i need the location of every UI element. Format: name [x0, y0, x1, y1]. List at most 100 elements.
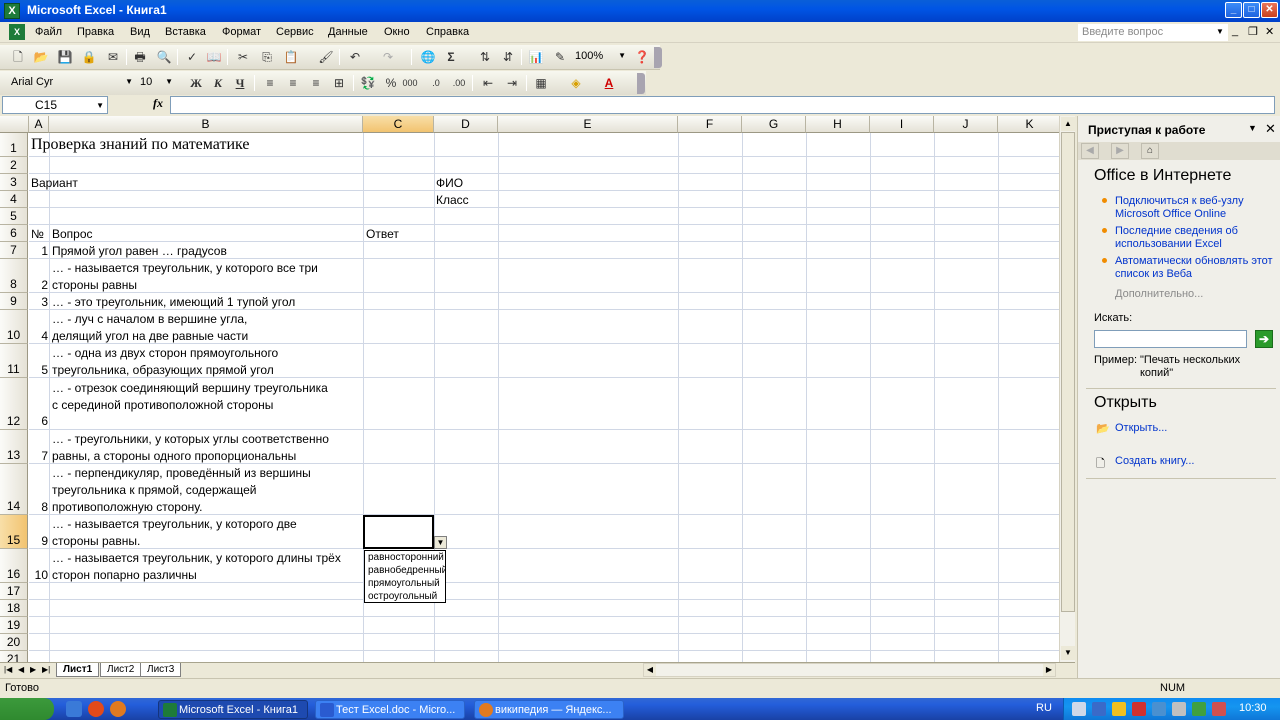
dropdown-option[interactable]: прямоугольный: [365, 577, 445, 590]
hyperlink-icon[interactable]: 🌐: [420, 49, 436, 65]
cell-a15[interactable]: 9: [29, 533, 48, 550]
row-header[interactable]: 15: [0, 515, 28, 549]
column-header-e[interactable]: E: [498, 116, 678, 133]
column-header-j[interactable]: J: [934, 116, 998, 133]
cell-a3[interactable]: Вариант: [31, 175, 78, 192]
currency-icon[interactable]: 💱: [360, 75, 376, 91]
row-header[interactable]: 9: [0, 293, 28, 310]
scroll-down-icon[interactable]: ▼: [1061, 646, 1075, 660]
sort-ascending-icon[interactable]: ⇅: [477, 49, 493, 65]
scroll-left-icon[interactable]: ◀: [644, 664, 656, 676]
cell-d4[interactable]: Класс: [436, 192, 469, 209]
search-input[interactable]: [1094, 330, 1247, 348]
doc-close-button[interactable]: ✕: [1265, 25, 1274, 38]
row-header[interactable]: 12: [0, 378, 28, 430]
cell-b7[interactable]: Прямой угол равен … градусов: [52, 243, 227, 260]
link-create-workbook[interactable]: Создать книгу...: [1115, 455, 1275, 468]
horizontal-scrollbar[interactable]: ◀ ▶: [643, 663, 1056, 677]
cell-b13[interactable]: … - треугольники, у которых углы соответ…: [52, 431, 360, 465]
task-word[interactable]: Тест Excel.doc - Micro...: [315, 700, 465, 719]
cell-a8[interactable]: 2: [29, 277, 48, 294]
align-center-icon[interactable]: ≡: [285, 75, 301, 91]
excel-app-icon[interactable]: X: [4, 3, 20, 19]
go-arrow-icon[interactable]: ➔: [1255, 330, 1273, 348]
cell-b15[interactable]: … - называется треугольник, у которого д…: [52, 516, 332, 550]
print-icon[interactable]: 🖶: [132, 49, 148, 65]
underline-button[interactable]: Ч: [232, 75, 248, 91]
minimize-button[interactable]: _: [1225, 2, 1242, 18]
safely-remove-icon[interactable]: [1192, 702, 1206, 716]
cell-a12[interactable]: 6: [29, 413, 48, 430]
menu-view[interactable]: Вид: [130, 26, 150, 38]
toolbar-options[interactable]: [637, 73, 645, 94]
italic-button[interactable]: К: [210, 75, 226, 91]
zoom-select[interactable]: 100% ▼: [572, 48, 628, 66]
cell-a14[interactable]: 8: [29, 499, 48, 516]
bluetooth-icon[interactable]: [1152, 702, 1166, 716]
cell-d3[interactable]: ФИО: [436, 175, 463, 192]
menu-tools[interactable]: Сервис: [276, 26, 314, 38]
cell-b16[interactable]: … - называется треугольник, у которого д…: [52, 550, 352, 584]
ask-question-input[interactable]: Введите вопрос: [1078, 24, 1228, 41]
sheet-tab-3[interactable]: Лист3: [140, 663, 182, 677]
select-all-corner[interactable]: [0, 116, 29, 133]
column-header-d[interactable]: D: [434, 116, 498, 133]
sheet-tab-2[interactable]: Лист2: [100, 663, 142, 677]
row-header[interactable]: 3: [0, 174, 28, 191]
toolbar-options[interactable]: [654, 47, 662, 68]
new-icon[interactable]: 🗋: [10, 49, 26, 65]
doc-restore-button[interactable]: ❐: [1248, 25, 1258, 38]
spreadsheet-grid[interactable]: A B C D E F G H I J K 1 2 3 4 5 6 7 8 9 …: [0, 116, 1075, 662]
link-auto-update[interactable]: Автоматически обновлять этот список из В…: [1115, 255, 1275, 281]
row-header[interactable]: 17: [0, 583, 28, 600]
dropdown-option[interactable]: равнобедренный: [365, 564, 445, 577]
task-excel[interactable]: Microsoft Excel - Книга1: [158, 700, 308, 719]
menu-help[interactable]: Справка: [426, 26, 469, 38]
row-header[interactable]: 11: [0, 344, 28, 378]
menu-edit[interactable]: Правка: [77, 26, 114, 38]
link-latest-news[interactable]: Последние сведения об использовании Exce…: [1115, 225, 1275, 251]
cell-a10[interactable]: 4: [29, 328, 48, 345]
row-header[interactable]: 19: [0, 617, 28, 634]
row-header[interactable]: 4: [0, 191, 28, 208]
paste-icon[interactable]: 📋: [283, 49, 299, 65]
link-office-online[interactable]: Подключиться к веб-узлу Microsoft Office…: [1115, 195, 1275, 221]
align-right-icon[interactable]: ≡: [308, 75, 324, 91]
volume-icon[interactable]: [1172, 702, 1186, 716]
print-preview-icon[interactable]: 🔍: [156, 49, 172, 65]
row-header[interactable]: 10: [0, 310, 28, 344]
menu-data[interactable]: Данные: [328, 26, 368, 38]
update-icon[interactable]: [1212, 702, 1226, 716]
fill-color-icon[interactable]: ◈: [568, 75, 584, 91]
back-icon[interactable]: ◀: [1081, 143, 1099, 159]
name-box[interactable]: C15 ▼: [2, 96, 108, 114]
home-icon[interactable]: ⌂: [1141, 143, 1159, 159]
antivirus-icon[interactable]: [1132, 702, 1146, 716]
cell-a16[interactable]: 10: [29, 567, 48, 584]
row-header[interactable]: 16: [0, 549, 28, 583]
cell-b12[interactable]: … - отрезок соединяющий вершину треуголь…: [52, 380, 332, 414]
row-header[interactable]: 7: [0, 242, 28, 259]
dropdown-option[interactable]: равносторонний: [365, 551, 445, 564]
validation-dropdown-list[interactable]: равносторонний равнобедренный прямоуголь…: [364, 550, 446, 603]
vertical-scrollbar[interactable]: ▲ ▼: [1059, 116, 1075, 662]
doc-minimize-button[interactable]: _: [1232, 25, 1238, 37]
row-header[interactable]: 8: [0, 259, 28, 293]
column-header-k[interactable]: K: [998, 116, 1062, 133]
last-sheet-icon[interactable]: ▶|: [42, 665, 50, 674]
cell-a1-title[interactable]: Проверка знаний по математике: [31, 136, 250, 153]
permission-icon[interactable]: 🔒: [81, 49, 97, 65]
cell-a13[interactable]: 7: [29, 448, 48, 465]
row-header[interactable]: 21: [0, 651, 28, 662]
row-header[interactable]: 2: [0, 157, 28, 174]
spelling-icon[interactable]: ✓: [184, 49, 200, 65]
language-indicator[interactable]: RU: [1036, 702, 1052, 714]
sheet-tab-1[interactable]: Лист1: [56, 663, 100, 677]
open-icon[interactable]: 📂: [33, 49, 49, 65]
firefox-icon[interactable]: [110, 701, 126, 717]
link-open[interactable]: Открыть...: [1115, 422, 1275, 435]
close-button[interactable]: ✕: [1261, 2, 1278, 18]
font-name-select[interactable]: Arial Cyr ▼: [8, 74, 135, 92]
cell-b6[interactable]: Вопрос: [52, 226, 93, 243]
scroll-thumb[interactable]: [1061, 132, 1075, 612]
